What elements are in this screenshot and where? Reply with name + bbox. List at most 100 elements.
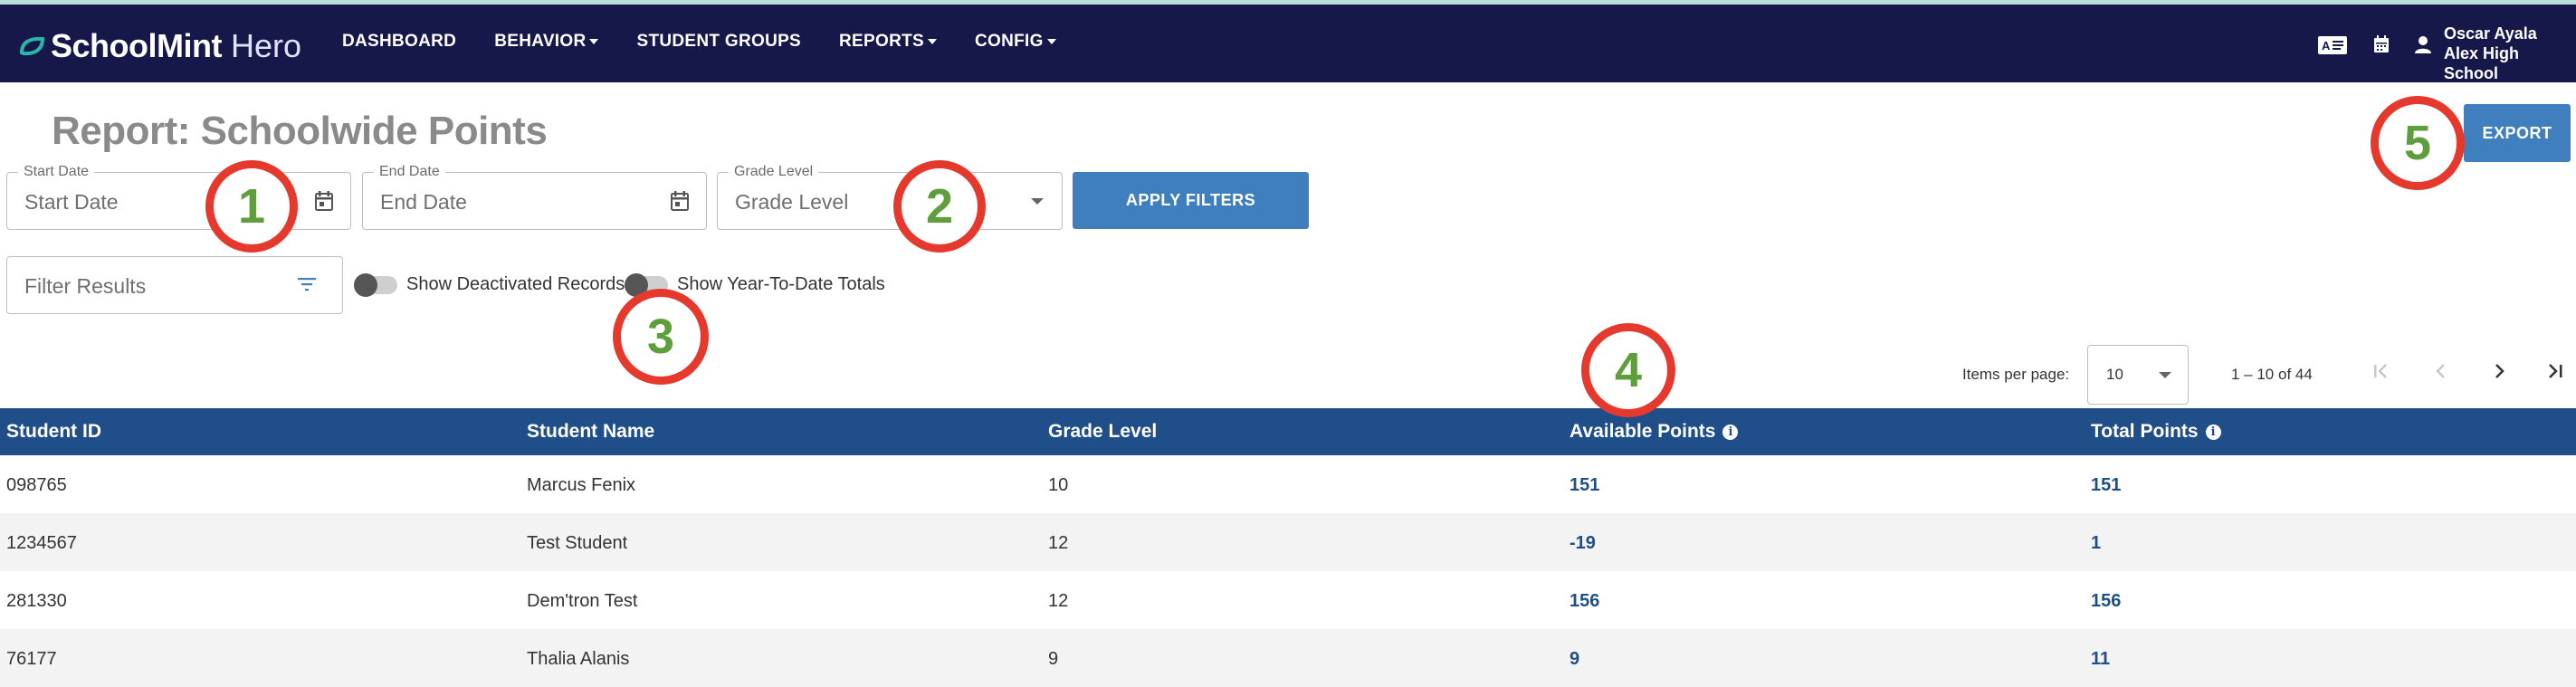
- user-icon[interactable]: [2415, 35, 2431, 53]
- calendar-icon[interactable]: [2373, 35, 2390, 53]
- toggle-switch[interactable]: [354, 272, 397, 297]
- export-button[interactable]: EXPORT: [2464, 104, 2571, 162]
- table-header: Student ID Student Name Grade Level Avai…: [0, 408, 2576, 455]
- top-navbar: SchoolMint Hero DASHBOARD BEHAVIOR STUDE…: [0, 5, 2576, 82]
- callout-marker: 3: [613, 289, 709, 385]
- next-page-icon[interactable]: [2489, 360, 2509, 382]
- cell-total-points-link[interactable]: 11: [2091, 649, 2110, 670]
- column-header-label: Student Name: [527, 421, 655, 442]
- main-nav: DASHBOARD BEHAVIOR STUDENT GROUPS REPORT…: [342, 32, 1094, 52]
- show-deactivated-label: Show Deactivated Records: [406, 274, 625, 294]
- end-date-label: End Date: [374, 164, 445, 180]
- toggle-knob: [354, 272, 377, 297]
- cell-student-id: 098765: [6, 475, 67, 495]
- cell-student-name: Dem'tron Test: [527, 591, 638, 611]
- column-header-student-name[interactable]: Student Name: [527, 421, 654, 443]
- end-date-placeholder: End Date: [380, 190, 467, 214]
- nav-reports-label: REPORTS: [839, 32, 924, 51]
- nav-behavior-label: BEHAVIOR: [494, 32, 587, 51]
- calendar-icon[interactable]: [314, 190, 334, 212]
- product-name: Hero: [230, 27, 302, 64]
- user-menu[interactable]: Oscar Ayala Alex High School: [2444, 24, 2576, 83]
- column-header-total-points[interactable]: Total Points i: [2091, 421, 2221, 443]
- callout-marker: 1: [205, 160, 298, 253]
- points-table: Student ID Student Name Grade Level Avai…: [0, 408, 2576, 687]
- dropdown-arrow-icon: [1031, 198, 1044, 205]
- dropdown-arrow-icon: [2159, 372, 2171, 378]
- column-header-available-points[interactable]: Available Points i: [1569, 421, 1739, 443]
- table-row: 1234567 Test Student 12 -19 1: [0, 513, 2576, 571]
- page-range: 1 – 10 of 44: [2231, 366, 2313, 383]
- table-row: 098765 Marcus Fenix 10 151 151: [0, 455, 2576, 513]
- table-row: 281330 Dem'tron Test 12 156 156: [0, 571, 2576, 629]
- cell-student-name: Marcus Fenix: [527, 475, 636, 495]
- nav-dashboard[interactable]: DASHBOARD: [342, 32, 456, 52]
- cell-available-points-link[interactable]: 156: [1569, 591, 1599, 612]
- cell-grade-level: 10: [1048, 475, 1069, 495]
- previous-page-icon[interactable]: [2431, 360, 2451, 382]
- table-row: 76177 Thalia Alanis 9 9 11: [0, 629, 2576, 687]
- filter-results-input[interactable]: Filter Results: [6, 256, 343, 314]
- schoolmint-logo[interactable]: SchoolMint Hero: [18, 27, 302, 64]
- items-per-page-label: Items per page:: [1962, 366, 2070, 383]
- nav-student-groups-label: STUDENT GROUPS: [636, 32, 802, 51]
- nav-student-groups[interactable]: STUDENT GROUPS: [636, 32, 801, 52]
- cell-total-points-link[interactable]: 1: [2091, 533, 2101, 554]
- svg-text:A: A: [2322, 39, 2331, 52]
- show-ytd-label: Show Year-To-Date Totals: [677, 274, 885, 294]
- brand-name: SchoolMint: [51, 27, 222, 64]
- cell-available-points-link[interactable]: 151: [1569, 475, 1599, 496]
- column-header-label: Student ID: [6, 421, 101, 442]
- filter-results-placeholder: Filter Results: [24, 274, 147, 298]
- cell-available-points-link[interactable]: -19: [1569, 533, 1596, 554]
- calendar-icon[interactable]: [670, 190, 690, 212]
- column-header-student-id[interactable]: Student ID: [6, 421, 101, 443]
- column-header-label: Available Points: [1569, 421, 1716, 442]
- grade-level-select[interactable]: Grade Level Grade Level: [717, 164, 1063, 230]
- column-header-label: Grade Level: [1048, 421, 1158, 442]
- column-header-label: Total Points: [2091, 421, 2199, 442]
- start-date-label: Start Date: [18, 164, 95, 180]
- nav-behavior[interactable]: BEHAVIOR: [494, 32, 599, 52]
- cell-student-id: 1234567: [6, 533, 77, 553]
- first-page-icon[interactable]: [2371, 360, 2391, 382]
- filter-icon[interactable]: [297, 276, 317, 292]
- id-card-icon[interactable]: A: [2317, 35, 2348, 55]
- cell-grade-level: 9: [1048, 649, 1059, 669]
- apply-filters-button[interactable]: APPLY FILTERS: [1073, 172, 1309, 229]
- cell-student-id: 281330: [6, 591, 67, 611]
- callout-marker: 4: [1581, 323, 1675, 417]
- caret-down-icon: [927, 39, 937, 44]
- user-school: Alex High School: [2444, 44, 2520, 82]
- info-icon[interactable]: i: [1722, 424, 1739, 440]
- callout-marker: 5: [2371, 96, 2465, 190]
- last-page-icon[interactable]: [2545, 360, 2565, 382]
- cell-total-points-link[interactable]: 151: [2091, 475, 2121, 496]
- items-per-page-value: 10: [2106, 366, 2123, 383]
- cell-grade-level: 12: [1048, 591, 1069, 611]
- info-icon[interactable]: i: [2205, 424, 2221, 440]
- column-header-grade-level[interactable]: Grade Level: [1048, 421, 1157, 443]
- cell-student-id: 76177: [6, 649, 57, 669]
- start-date-placeholder: Start Date: [24, 190, 119, 214]
- end-date-field[interactable]: End Date End Date: [362, 164, 707, 230]
- cell-student-name: Thalia Alanis: [527, 649, 630, 669]
- start-date-field[interactable]: Start Date Start Date: [6, 164, 351, 230]
- user-name: Oscar Ayala: [2444, 24, 2537, 43]
- grade-level-label: Grade Level: [729, 164, 819, 180]
- cell-total-points-link[interactable]: 156: [2091, 591, 2121, 612]
- schoolmint-leaf-icon: [19, 36, 45, 56]
- caret-down-icon: [589, 39, 599, 44]
- items-per-page-select[interactable]: 10: [2087, 345, 2189, 405]
- page-title: Report: Schoolwide Points: [52, 109, 548, 153]
- cell-available-points-link[interactable]: 9: [1569, 649, 1579, 670]
- grade-level-placeholder: Grade Level: [735, 190, 849, 214]
- nav-reports[interactable]: REPORTS: [839, 32, 937, 52]
- show-deactivated-toggle[interactable]: Show Deactivated Records: [354, 272, 625, 297]
- callout-marker: 2: [893, 160, 986, 253]
- nav-config-label: CONFIG: [974, 32, 1044, 51]
- nav-config[interactable]: CONFIG: [975, 32, 1056, 52]
- cell-student-name: Test Student: [527, 533, 628, 553]
- cell-grade-level: 12: [1048, 533, 1069, 553]
- caret-down-icon: [1046, 39, 1056, 44]
